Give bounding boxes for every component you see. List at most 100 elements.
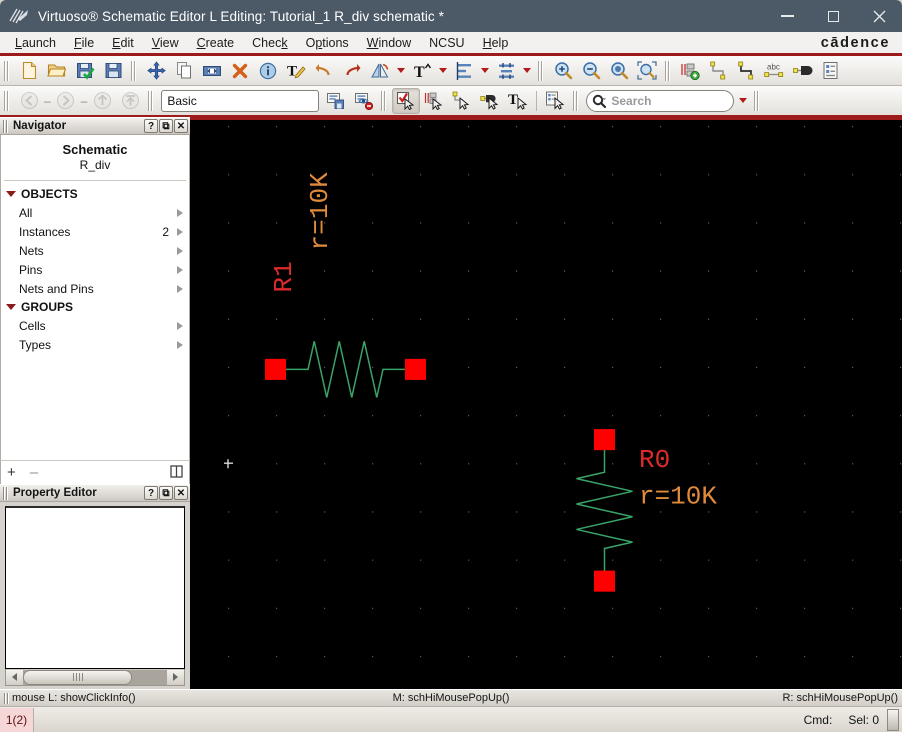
navigator-drag-grip[interactable] (2, 119, 9, 133)
instance-pin[interactable] (265, 358, 286, 380)
schematic-canvas-area[interactable]: R1 r=10K R0 r=10K (190, 117, 902, 689)
property-editor-drag-grip[interactable] (2, 486, 9, 500)
instance-name-label[interactable]: R0 (639, 445, 670, 475)
nav-item-nets[interactable]: Nets (1, 241, 189, 260)
create-note-button[interactable] (816, 58, 844, 84)
zoom-in-button[interactable] (549, 58, 577, 84)
instance-pin[interactable] (594, 429, 615, 451)
menu-help[interactable]: Help (474, 34, 518, 52)
up-button[interactable] (88, 88, 116, 114)
properties-button[interactable] (254, 58, 282, 84)
toolbar-grip-4[interactable] (664, 60, 673, 81)
select-wire-button[interactable] (448, 88, 476, 114)
select-instance-button[interactable] (420, 88, 448, 114)
property-editor-close-button[interactable]: ✕ (174, 486, 188, 500)
navigator-help-button[interactable]: ? (144, 119, 158, 133)
instance-value-label[interactable]: r=10K (305, 172, 335, 251)
redo-button[interactable] (338, 58, 366, 84)
maximize-button[interactable] (810, 0, 856, 32)
select-all-button[interactable] (392, 87, 421, 114)
menu-edit[interactable]: Edit (103, 34, 143, 52)
menu-options[interactable]: Options (297, 34, 358, 52)
nav-item-pins[interactable]: Pins (1, 260, 189, 279)
hscroll-right-button[interactable] (167, 669, 184, 685)
edit-text-button[interactable]: T (282, 58, 310, 84)
nav-group-objects[interactable]: OBJECTS (1, 185, 189, 203)
toolbar-grip-3[interactable] (537, 60, 546, 81)
select-note-button[interactable] (541, 88, 569, 114)
nav-item-all[interactable]: All (1, 203, 189, 222)
navigator-layout-toggle-button[interactable] (170, 464, 183, 481)
instance-pin[interactable] (594, 570, 615, 592)
distribute-dropdown-caret-icon[interactable] (523, 68, 531, 73)
hscroll-left-button[interactable] (6, 669, 23, 685)
nav-item-instances[interactable]: Instances 2 (1, 222, 189, 241)
menu-create[interactable]: Create (188, 34, 244, 52)
chevron-right-icon[interactable] (177, 340, 183, 349)
save-button[interactable] (99, 58, 127, 84)
search-input[interactable] (611, 90, 734, 111)
distribute-button[interactable] (492, 58, 520, 84)
schematic-canvas[interactable]: R1r=10KR0r=10K (190, 120, 902, 689)
navigator-remove-button[interactable]: – (30, 465, 38, 480)
zoom-area-button[interactable] (633, 58, 661, 84)
copy-button[interactable] (170, 58, 198, 84)
forward-button[interactable] (52, 88, 80, 114)
delete-button[interactable] (226, 58, 254, 84)
instance-pin[interactable] (405, 358, 426, 380)
menu-window[interactable]: Window (358, 34, 420, 52)
toolbar2-grip-4[interactable] (572, 90, 582, 111)
menu-check[interactable]: Check (243, 34, 296, 52)
create-label-button[interactable]: T (408, 58, 436, 84)
move-button[interactable] (142, 58, 170, 84)
nav-item-types[interactable]: Types (1, 335, 189, 354)
toolbar2-grip-2[interactable] (147, 90, 157, 111)
property-editor-undock-button[interactable]: ⧉ (159, 486, 173, 500)
chevron-right-icon[interactable] (177, 208, 183, 217)
window-resize-grip[interactable] (887, 708, 899, 731)
toolbar-grip-2[interactable] (130, 60, 139, 81)
create-instance-button[interactable] (676, 58, 704, 84)
chevron-right-icon[interactable] (177, 246, 183, 255)
select-pin-button[interactable] (476, 88, 504, 114)
palette-input[interactable] (162, 90, 319, 111)
flip-dropdown-caret-icon[interactable] (397, 68, 405, 73)
menu-launch[interactable]: Launch (6, 34, 65, 52)
create-wire-button[interactable] (704, 58, 732, 84)
nav-group-groups[interactable]: GROUPS (1, 298, 189, 316)
save-check-button[interactable] (71, 58, 99, 84)
toolbar2-grip-3[interactable] (380, 90, 390, 111)
toolbar-grip[interactable] (3, 60, 12, 81)
property-editor-content[interactable] (5, 506, 185, 669)
chevron-right-icon[interactable] (177, 227, 183, 236)
nav-item-cells[interactable]: Cells (1, 316, 189, 335)
align-dropdown-caret-icon[interactable] (481, 68, 489, 73)
chevron-right-icon[interactable] (177, 265, 183, 274)
property-editor-help-button[interactable]: ? (144, 486, 158, 500)
hide-partition-button[interactable] (349, 88, 377, 114)
top-button[interactable] (116, 88, 144, 114)
create-wire-narrow-button[interactable] (732, 58, 760, 84)
new-cellview-button[interactable] (15, 58, 43, 84)
instance-name-label[interactable]: R1 (269, 261, 299, 292)
palette-combo[interactable] (161, 89, 320, 112)
menu-ncsu[interactable]: NCSU (420, 34, 473, 52)
instance-value-label[interactable]: r=10K (639, 481, 717, 511)
stretch-button[interactable] (198, 58, 226, 84)
command-input[interactable] (34, 708, 804, 732)
navigator-close-button[interactable]: ✕ (174, 119, 188, 133)
menu-file[interactable]: File (65, 34, 103, 52)
create-pin-button[interactable] (788, 58, 816, 84)
create-wire-name-button[interactable]: abc (760, 58, 788, 84)
label-dropdown-caret-icon[interactable] (439, 68, 447, 73)
search-options-caret-icon[interactable] (739, 98, 748, 103)
close-button[interactable] (856, 0, 902, 32)
hscroll-track[interactable] (23, 669, 167, 685)
zoom-fit-button[interactable] (605, 58, 633, 84)
undo-button[interactable] (310, 58, 338, 84)
minimize-button[interactable] (764, 0, 810, 32)
open-button[interactable] (43, 58, 71, 84)
toolbar2-grip-5[interactable] (753, 90, 763, 111)
chevron-right-icon[interactable] (177, 321, 183, 330)
select-text-button[interactable]: T (504, 88, 532, 114)
